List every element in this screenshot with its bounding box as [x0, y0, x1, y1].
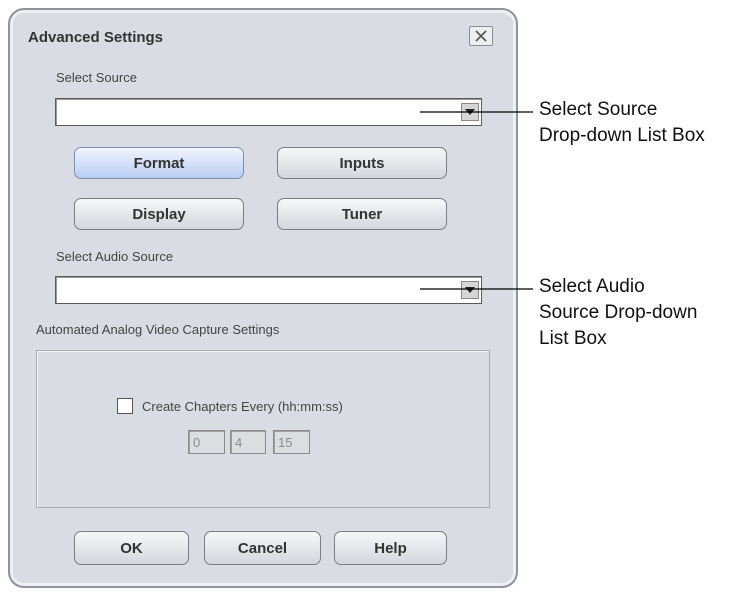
- source-callout-line-1: Select Source: [539, 99, 658, 120]
- source-callout-line-2: Drop-down List Box: [539, 125, 705, 146]
- audio-callout-line-3: List Box: [539, 328, 607, 349]
- source-callout: Select Source Drop-down List Box: [539, 97, 705, 149]
- audio-callout-line-2: Source Drop-down: [539, 302, 698, 323]
- audio-callout-line-1: Select Audio: [539, 276, 645, 297]
- audio-callout: Select Audio Source Drop-down List Box: [539, 274, 697, 352]
